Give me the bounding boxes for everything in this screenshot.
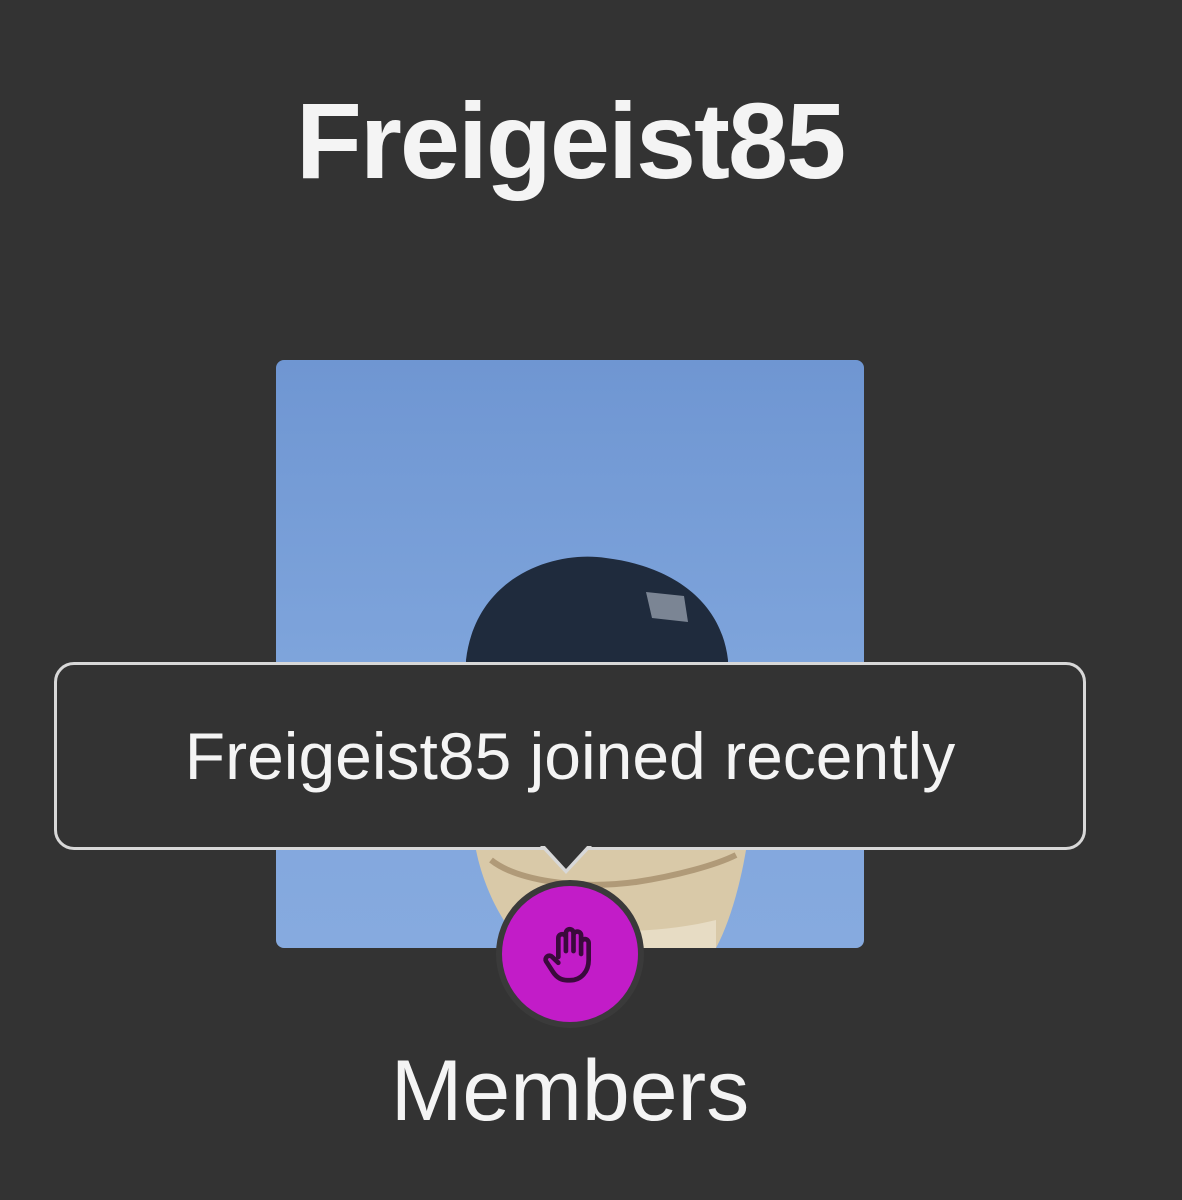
tooltip-text: Freigeist85 joined recently [184, 719, 956, 793]
joined-tooltip: Freigeist85 joined recently [54, 662, 1086, 850]
members-label[interactable]: Members [0, 1042, 1140, 1141]
tooltip-arrow-fill [544, 845, 588, 869]
member-badge[interactable] [496, 880, 644, 1028]
hand-icon [543, 926, 591, 983]
member-card: Freigeist85 Members Freigeist85 joined r… [0, 0, 1182, 1200]
username-heading[interactable]: Freigeist85 [0, 78, 1140, 203]
